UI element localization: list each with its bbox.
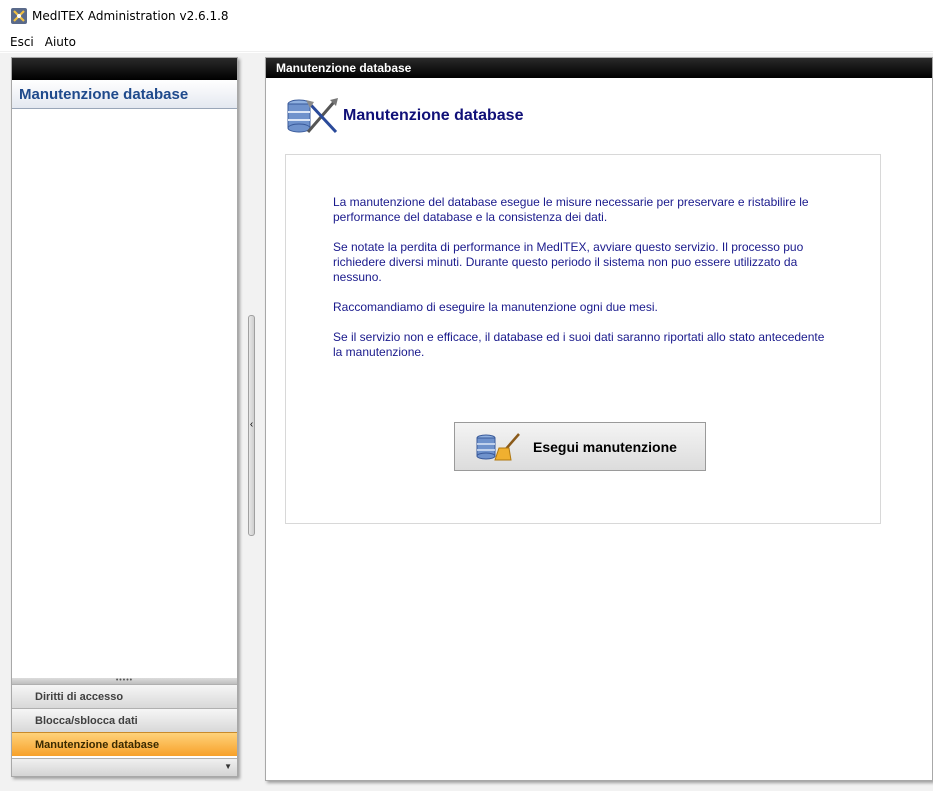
main-panel-title-bar: Manutenzione database: [266, 58, 932, 78]
description-text: La manutenzione del database esegue le m…: [333, 195, 833, 375]
paragraph-purpose: La manutenzione del database esegue le m…: [333, 195, 809, 224]
left-panel-body: [12, 109, 237, 675]
paragraph-rollback: Se il servizio non e efficace, il databa…: [333, 330, 825, 359]
left-panel-header: Manutenzione database: [12, 80, 237, 109]
nav-item-label: Blocca/sblocca dati: [35, 714, 138, 727]
left-panel-title-bar: [12, 58, 237, 80]
menu-aiuto[interactable]: Aiuto: [41, 35, 83, 49]
meditex-app-icon: [11, 8, 27, 24]
left-navigation-panel: Manutenzione database ••••• Diritti di a…: [11, 57, 238, 777]
main-panel-title: Manutenzione database: [276, 61, 412, 75]
paragraph-recommendation: Raccomandiamo di eseguire la manutenzion…: [333, 300, 658, 314]
workspace: Manutenzione database ••••• Diritti di a…: [0, 53, 933, 791]
run-maintenance-button[interactable]: Esegui manutenzione: [454, 422, 706, 471]
paragraph-when-to-run: Se notate la perdita di performance in M…: [333, 240, 804, 284]
title-bar[interactable]: MedITEX Administration v2.6.1.8: [0, 0, 933, 32]
page-heading: Manutenzione database: [286, 96, 523, 136]
menu-bar: Esci Aiuto: [0, 32, 933, 52]
nav-item-diritti-di-accesso[interactable]: Diritti di accesso: [12, 684, 237, 708]
nav-item-label: Diritti di accesso: [35, 690, 124, 703]
menu-esci[interactable]: Esci: [0, 35, 41, 49]
nav-item-manutenzione-database[interactable]: Manutenzione database: [12, 732, 237, 756]
description-box: La manutenzione del database esegue le m…: [285, 154, 881, 524]
main-panel: Manutenzione database Manutenzione datab…: [265, 57, 933, 781]
nav-pane-overflow-bar[interactable]: ▼: [12, 758, 237, 776]
window-title: MedITEX Administration v2.6.1.8: [32, 9, 229, 23]
nav-item-label: Manutenzione database: [35, 738, 160, 751]
nav-item-blocca-sblocca-dati[interactable]: Blocca/sblocca dati: [12, 708, 237, 732]
run-maintenance-label: Esegui manutenzione: [533, 438, 677, 455]
chevron-down-icon[interactable]: ▼: [224, 762, 232, 771]
database-maintenance-icon: [287, 98, 338, 134]
left-panel-header-label: Manutenzione database: [19, 85, 189, 103]
database-broom-icon: [476, 432, 520, 460]
collapse-left-arrow-icon[interactable]: ‹: [248, 419, 255, 430]
page-title: Manutenzione database: [343, 107, 524, 124]
